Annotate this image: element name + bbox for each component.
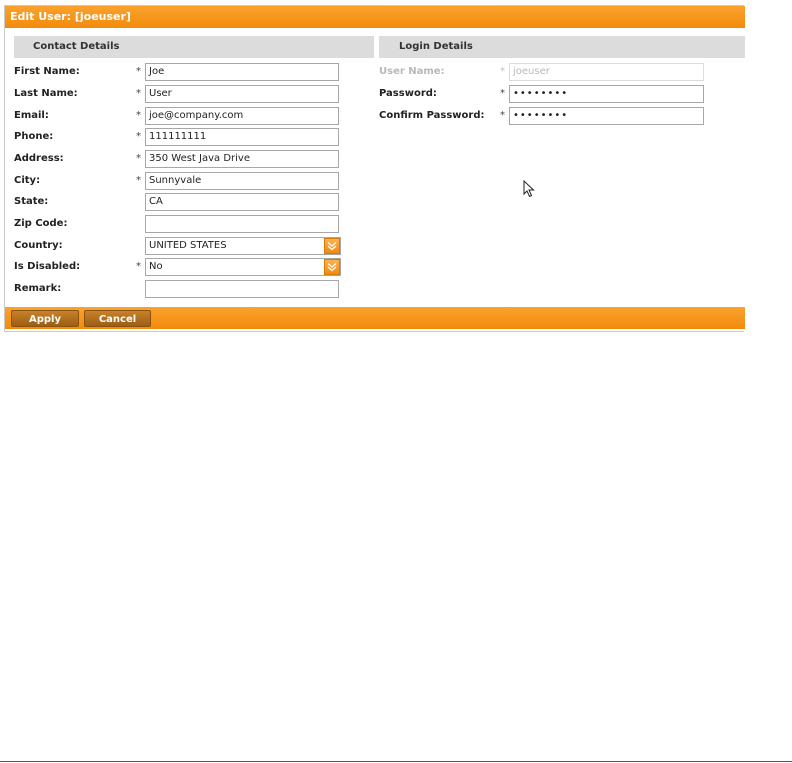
phone-input[interactable]: 111111111 bbox=[145, 128, 339, 146]
first-name-label: First Name: bbox=[14, 66, 80, 77]
address-required: * bbox=[136, 153, 141, 164]
apply-button[interactable]: Apply bbox=[11, 310, 79, 327]
state-input[interactable]: CA bbox=[145, 193, 339, 211]
mouse-pointer-icon bbox=[523, 179, 535, 201]
phone-required: * bbox=[136, 131, 141, 142]
dialog-title: Edit User: [joeuser] bbox=[5, 6, 745, 28]
email-label: Email: bbox=[14, 110, 49, 121]
city-input[interactable]: Sunnyvale bbox=[145, 172, 339, 190]
state-label: State: bbox=[14, 196, 49, 207]
city-label: City: bbox=[14, 175, 41, 186]
remark-label: Remark: bbox=[14, 283, 62, 294]
country-select-value: UNITED STATES bbox=[149, 240, 227, 251]
city-required: * bbox=[136, 175, 141, 186]
user-name-input: joeuser bbox=[509, 63, 704, 81]
last-name-input[interactable]: User bbox=[145, 85, 339, 103]
country-select[interactable]: UNITED STATES bbox=[145, 237, 341, 255]
address-input[interactable]: 350 West Java Drive bbox=[145, 150, 339, 168]
is-disabled-required: * bbox=[136, 261, 141, 272]
edit-user-dialog: Edit User: [joeuser] Contact Details Fir… bbox=[4, 5, 745, 332]
phone-label: Phone: bbox=[14, 131, 54, 142]
chevron-double-down-icon[interactable] bbox=[324, 238, 340, 254]
contact-details-heading: Contact Details bbox=[14, 36, 374, 58]
chevron-double-down-icon[interactable] bbox=[324, 259, 340, 275]
password-input[interactable]: •••••••• bbox=[509, 85, 704, 103]
email-required: * bbox=[136, 110, 141, 121]
user-name-required: * bbox=[500, 66, 505, 77]
first-name-required: * bbox=[136, 66, 141, 77]
is-disabled-select[interactable]: No bbox=[145, 258, 341, 276]
remark-input[interactable] bbox=[145, 280, 339, 298]
bottom-border bbox=[0, 761, 792, 762]
last-name-label: Last Name: bbox=[14, 88, 78, 99]
zip-code-label: Zip Code: bbox=[14, 218, 68, 229]
login-details-heading: Login Details bbox=[379, 36, 745, 58]
password-label: Password: bbox=[379, 88, 437, 99]
address-label: Address: bbox=[14, 153, 64, 164]
is-disabled-label: Is Disabled: bbox=[14, 261, 81, 272]
cancel-button[interactable]: Cancel bbox=[84, 310, 151, 327]
is-disabled-select-value: No bbox=[149, 261, 163, 272]
first-name-input[interactable]: Joe bbox=[145, 63, 339, 81]
dialog-footer: Apply Cancel bbox=[5, 307, 745, 329]
last-name-required: * bbox=[136, 88, 141, 99]
confirm-password-input[interactable]: •••••••• bbox=[509, 107, 704, 125]
confirm-password-required: * bbox=[500, 110, 505, 121]
user-name-label: User Name: bbox=[379, 66, 445, 77]
country-label: Country: bbox=[14, 240, 63, 251]
zip-code-input[interactable] bbox=[145, 215, 339, 233]
email-input[interactable]: joe@company.com bbox=[145, 107, 339, 125]
confirm-password-label: Confirm Password: bbox=[379, 110, 485, 121]
password-required: * bbox=[500, 88, 505, 99]
